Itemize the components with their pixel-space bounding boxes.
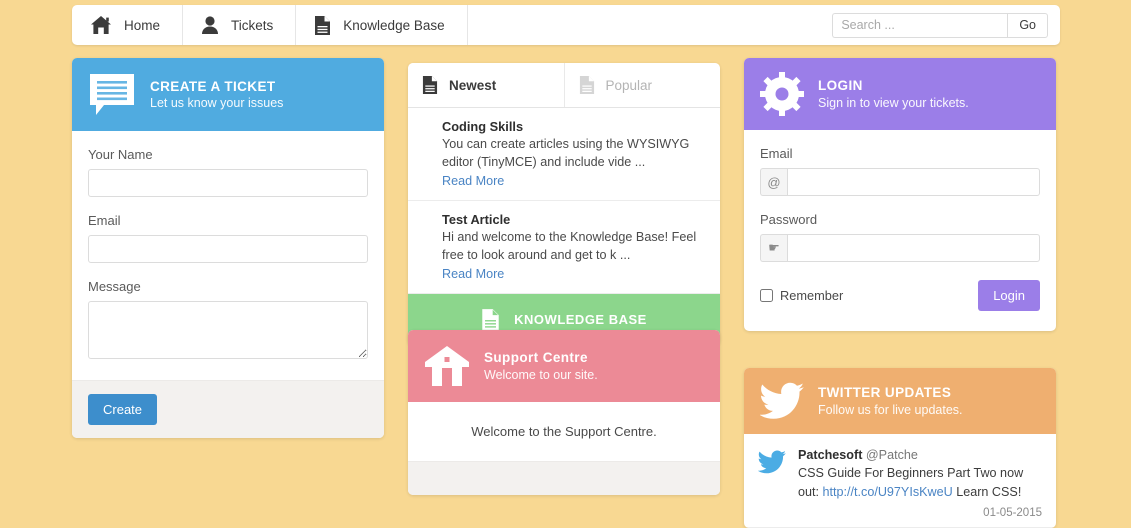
- twitter-header: TWITTER UPDATES Follow us for live updat…: [744, 368, 1056, 434]
- twitter-bird-icon: [758, 450, 786, 501]
- field-message: Message: [88, 279, 368, 364]
- field-label: Password: [760, 212, 818, 227]
- login-email-input[interactable]: [787, 168, 1040, 196]
- remember-label: Remember: [780, 288, 844, 303]
- document-icon: [579, 75, 595, 95]
- login-form: Email @ Password ☛ Remember Login: [744, 130, 1056, 331]
- field-login-password: Password ☛: [760, 212, 1040, 262]
- twitter-updates-panel: TWITTER UPDATES Follow us for live updat…: [744, 368, 1056, 528]
- document-icon: [422, 75, 438, 95]
- login-password-input[interactable]: [787, 234, 1040, 262]
- top-navbar: Home Tickets Knowledge Base Go: [72, 5, 1060, 45]
- panel-subtitle: Sign in to view your tickets.: [818, 95, 969, 110]
- nav-item-label: Tickets: [231, 17, 274, 33]
- article-title: Test Article: [442, 211, 511, 227]
- articles-tabs: Newest Popular: [408, 63, 720, 108]
- field-label: Your Name: [88, 147, 153, 162]
- tweet-user: Patchesoft: [798, 448, 863, 462]
- knowledge-base-label: KNOWLEDGE BASE: [514, 311, 647, 327]
- support-centre-footer: [408, 461, 720, 495]
- articles-panel: Newest Popular Coding Skills You can cre…: [408, 63, 720, 345]
- search-input[interactable]: [832, 12, 1008, 38]
- field-login-email: Email @: [760, 146, 1040, 196]
- navbar-spacer: [468, 5, 833, 45]
- tweet-handle: @Patche: [865, 448, 918, 462]
- support-centre-header: Support Centre Welcome to our site.: [408, 330, 720, 402]
- user-icon: [201, 15, 219, 35]
- nav-item-label: Knowledge Base: [343, 17, 445, 33]
- at-sign-icon: @: [760, 168, 788, 196]
- search-go-button[interactable]: Go: [1007, 12, 1048, 38]
- message-textarea[interactable]: [88, 301, 368, 359]
- read-more-link[interactable]: Read More: [442, 174, 504, 188]
- login-header: LOGIN Sign in to view your tickets.: [744, 58, 1056, 130]
- create-button[interactable]: Create: [88, 394, 158, 425]
- gear-icon: [760, 72, 804, 116]
- panel-title: LOGIN: [818, 78, 863, 94]
- nav-item-label: Home: [124, 17, 161, 33]
- field-your-name: Your Name: [88, 147, 368, 197]
- speech-bubble-icon: [88, 72, 136, 117]
- article-item[interactable]: Test Article Hi and welcome to the Knowl…: [408, 201, 720, 294]
- document-icon: [314, 15, 331, 36]
- panel-subtitle: Welcome to our site.: [484, 367, 598, 382]
- article-item[interactable]: Coding Skills You can create articles us…: [408, 108, 720, 201]
- house-icon: [424, 344, 470, 388]
- field-email: Email: [88, 213, 368, 263]
- tab-newest[interactable]: Newest: [408, 63, 564, 107]
- field-label: Message: [88, 279, 141, 294]
- document-icon: [481, 308, 500, 331]
- login-panel: LOGIN Sign in to view your tickets. Emai…: [744, 58, 1056, 331]
- tweet-item: Patchesoft @Patche CSS Guide For Beginne…: [744, 434, 1056, 507]
- panel-subtitle: Follow us for live updates.: [818, 402, 963, 417]
- read-more-link[interactable]: Read More: [442, 267, 504, 281]
- login-actions: Remember Login: [760, 280, 1040, 311]
- tab-popular[interactable]: Popular: [563, 63, 721, 107]
- create-ticket-footer: Create: [72, 380, 384, 438]
- login-button[interactable]: Login: [978, 280, 1040, 311]
- tweet-body: Patchesoft @Patche CSS Guide For Beginne…: [798, 446, 1042, 501]
- tab-label: Popular: [605, 77, 653, 93]
- nav-item-knowledge-base[interactable]: Knowledge Base: [296, 5, 468, 45]
- email-input[interactable]: [88, 235, 368, 263]
- navbar-search-group: Go: [832, 5, 1060, 45]
- remember-checkbox[interactable]: [760, 289, 773, 302]
- nav-item-tickets[interactable]: Tickets: [183, 5, 297, 45]
- home-icon: [90, 15, 112, 35]
- article-excerpt: Hi and welcome to the Knowledge Base! Fe…: [442, 229, 697, 262]
- tab-label: Newest: [449, 77, 497, 93]
- key-icon: ☛: [760, 234, 788, 262]
- panel-title: TWITTER UPDATES: [818, 385, 952, 401]
- tweet-date: 01-05-2015: [744, 507, 1056, 528]
- field-label: Email: [88, 213, 121, 228]
- field-label: Email: [760, 146, 793, 161]
- twitter-bird-icon: [760, 382, 804, 420]
- nav-item-home[interactable]: Home: [72, 5, 184, 45]
- create-ticket-header: CREATE A TICKET Let us know your issues: [72, 58, 384, 131]
- article-title: Coding Skills: [442, 119, 524, 134]
- panel-title: Support Centre: [484, 350, 588, 366]
- panel-subtitle: Let us know your issues: [150, 96, 284, 111]
- create-ticket-form: Your Name Email Message: [72, 131, 384, 380]
- tweet-link[interactable]: http://t.co/U97YIsKweU: [823, 485, 953, 499]
- article-excerpt: You can create articles using the WYSIWY…: [442, 137, 690, 169]
- remember-checkbox-group[interactable]: Remember: [760, 288, 843, 303]
- name-input[interactable]: [88, 169, 368, 197]
- tweet-text-after: Learn CSS!: [952, 484, 1022, 499]
- create-ticket-panel: CREATE A TICKET Let us know your issues …: [72, 58, 384, 438]
- support-centre-body: Welcome to the Support Centre.: [471, 424, 657, 439]
- panel-title: CREATE A TICKET: [150, 78, 276, 94]
- support-centre-panel: Support Centre Welcome to our site. Welc…: [408, 330, 720, 495]
